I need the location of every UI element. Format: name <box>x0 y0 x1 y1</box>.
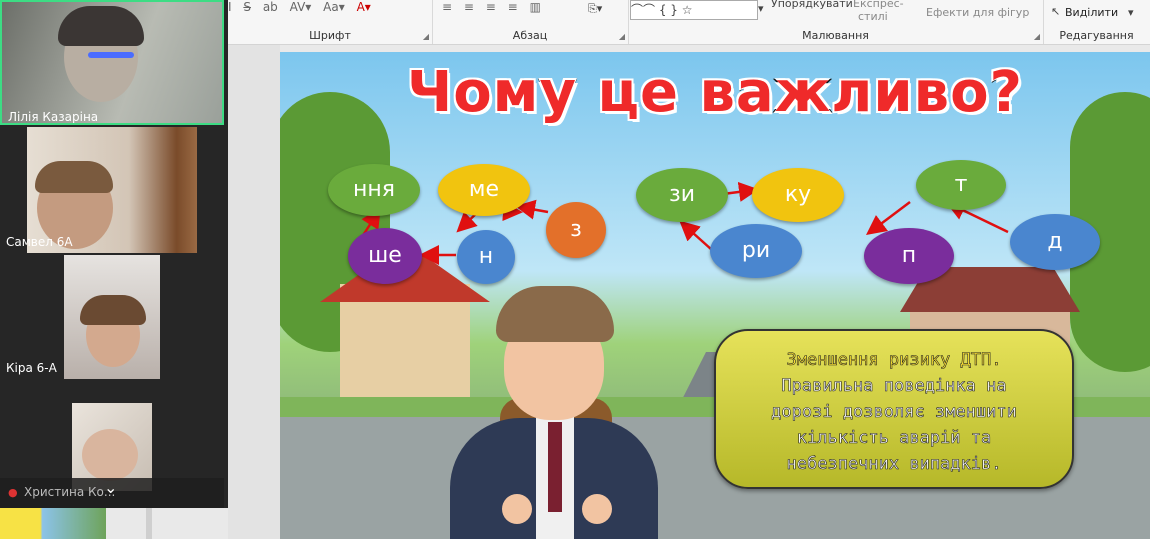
participant-tile-active[interactable]: Лілія Казаріна <box>0 0 224 125</box>
syllable-bubble: ме <box>438 164 530 216</box>
paragraph-group-label: Абзац <box>512 29 548 42</box>
info-line: небезпечних випадків. <box>786 454 1002 475</box>
chevron-down-icon[interactable]: ▾ <box>1128 6 1134 19</box>
video-participants-panel: Лілія Казаріна Самвел 6А Кіра 6-А ● Хрис… <box>0 0 228 508</box>
drawing-group-label: Малювання <box>802 29 869 42</box>
arrow <box>679 220 713 251</box>
slide-canvas[interactable]: Чому це важливо? ння ме з ше н зи ку ри … <box>280 52 1150 539</box>
shape-effects-button[interactable]: Ефекти для фігур <box>926 6 1029 19</box>
participant-name: Христина Ко... <box>24 485 116 499</box>
font-color-icon[interactable]: A▾ <box>357 0 371 14</box>
font-group-label: Шрифт <box>309 29 351 42</box>
shapes-scroll-icon[interactable]: ▾ <box>758 2 764 15</box>
participant-face <box>82 429 138 481</box>
italic-icon[interactable]: I <box>228 0 232 14</box>
chevron-down-icon[interactable]: ⌄ <box>104 478 117 497</box>
info-line: кількість аварій та <box>796 428 992 449</box>
ribbon-toolbar: I S ab AV▾ Aa▾ A▾ Шрифт ◢ ≡ ≡ ≡ ≡ ▥ Абза… <box>228 0 1150 45</box>
participant-hair <box>35 161 113 193</box>
char-spacing-icon[interactable]: ab <box>263 0 278 14</box>
slide-thumbnail[interactable] <box>0 508 106 539</box>
dialog-launcher-icon[interactable]: ◢ <box>619 32 625 41</box>
info-line-heading: Зменшення ризику ДТП. <box>786 350 1002 371</box>
arrow <box>515 199 549 220</box>
participant-tile[interactable] <box>64 255 160 379</box>
quick-styles-button[interactable]: Експрес- <box>853 0 904 10</box>
editing-group-label: Редагування <box>1059 29 1134 42</box>
cursor-icon: ↖ <box>1051 5 1061 18</box>
syllable-bubble: ри <box>710 224 802 278</box>
participant-hair <box>58 6 144 46</box>
align-right-icon[interactable]: ≡ <box>486 0 496 14</box>
strikethrough-icon[interactable]: S <box>243 0 251 14</box>
convert-smartart-icon[interactable]: ⎘▾ <box>588 2 602 16</box>
info-text-box[interactable]: Зменшення ризику ДТП. Правильна поведінк… <box>714 329 1074 489</box>
syllable-bubble: ння <box>328 164 420 216</box>
editor-gutter <box>228 45 280 539</box>
slide-thumbnail-pane <box>146 508 152 539</box>
info-line: Правильна поведінка на <box>781 376 1007 397</box>
participant-name: Лілія Казаріна <box>8 110 99 124</box>
boy-hand-left <box>502 494 532 524</box>
change-case-icon[interactable]: Aa▾ <box>323 0 345 14</box>
participant-name: Кіра 6-А <box>6 361 57 375</box>
syllable-bubble: з <box>546 202 606 258</box>
align-center-icon[interactable]: ≡ <box>464 0 474 14</box>
align-left-icon[interactable]: ≡ <box>442 0 452 14</box>
syllable-bubble: ку <box>752 168 844 222</box>
info-line: дорозі дозволяє зменшити <box>771 402 1017 423</box>
font-tools[interactable]: I S ab AV▾ Aa▾ A▾ <box>228 0 432 16</box>
boy-illustration <box>444 280 664 539</box>
boy-hand-right <box>582 494 612 524</box>
shapes-gallery[interactable]: ⌒⌒ { } ☆ <box>630 0 758 20</box>
select-button[interactable]: Виділити <box>1065 6 1118 19</box>
ribbon-group-editing: ↖ Виділити ▾ Редагування <box>1043 0 1150 44</box>
dialog-launcher-icon[interactable]: ◢ <box>423 32 429 41</box>
boy-tie <box>548 422 562 512</box>
quick-styles-label-2[interactable]: стилі <box>858 10 888 23</box>
ribbon-group-drawing: ⎘▾ ⌒⌒ { } ☆ ▾ Упорядкувати Експрес- стил… <box>588 0 1044 44</box>
mic-muted-icon: ● <box>8 486 18 499</box>
participant-name: Самвел 6А <box>6 235 73 249</box>
participant-glasses <box>88 52 134 58</box>
dialog-launcher-icon[interactable]: ◢ <box>1034 32 1040 41</box>
justify-icon[interactable]: ≡ <box>508 0 518 14</box>
syllable-bubble: д <box>1010 214 1100 270</box>
ribbon-group-font: I S ab AV▾ Aa▾ A▾ Шрифт ◢ <box>228 0 433 44</box>
syllable-bubble: ше <box>348 228 422 284</box>
syllable-bubble: п <box>864 228 954 284</box>
letter-spacing-icon[interactable]: AV▾ <box>290 0 312 14</box>
participant-hair <box>80 295 146 325</box>
syllable-bubble: зи <box>636 168 728 222</box>
syllable-bubble: н <box>457 230 515 284</box>
syllable-bubble: т <box>916 160 1006 210</box>
columns-icon[interactable]: ▥ <box>530 0 541 14</box>
boy-hair <box>496 286 614 342</box>
arrange-button[interactable]: Упорядкувати <box>771 0 853 10</box>
